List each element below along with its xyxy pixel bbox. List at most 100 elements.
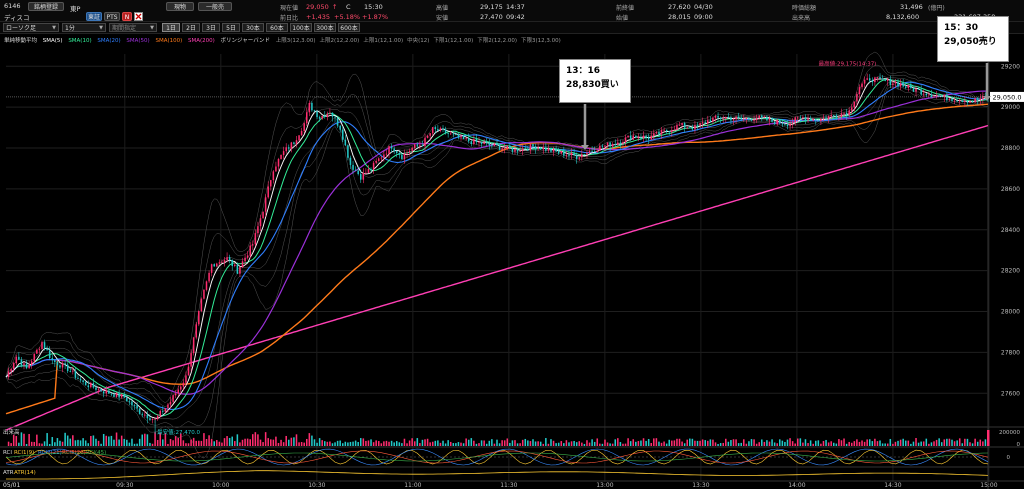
candle-body bbox=[563, 151, 565, 156]
candle-body bbox=[51, 358, 54, 361]
candle-body bbox=[976, 98, 979, 100]
candle-body bbox=[686, 127, 689, 129]
candle-body bbox=[56, 362, 59, 366]
volume-bar bbox=[545, 438, 547, 446]
candle-body bbox=[23, 363, 25, 366]
n-button[interactable]: N bbox=[122, 12, 132, 21]
candle-body bbox=[162, 410, 164, 412]
volume-bar bbox=[617, 438, 619, 446]
volume-bar bbox=[838, 439, 840, 446]
candle-body bbox=[352, 164, 354, 170]
candle-body bbox=[187, 366, 190, 376]
candle-body bbox=[761, 115, 763, 118]
sell-time: 15：30 bbox=[944, 23, 979, 33]
timeframe-button[interactable]: 3日 bbox=[202, 23, 220, 32]
candle-body bbox=[881, 78, 884, 80]
volume-bar bbox=[383, 441, 385, 446]
chart-type-select[interactable]: ローソク足 ▼ bbox=[3, 23, 59, 32]
close-icon[interactable] bbox=[134, 12, 143, 21]
volume-bar bbox=[832, 442, 835, 446]
volume-bar bbox=[853, 441, 856, 446]
brand-register-button[interactable]: 銘柄登録 bbox=[28, 2, 64, 11]
candle-body bbox=[223, 260, 226, 263]
volume-bar bbox=[984, 439, 987, 446]
volume-bar bbox=[20, 432, 23, 446]
timeframe-button[interactable]: 100本 bbox=[290, 23, 312, 32]
price-tick-label: 29000 bbox=[1001, 104, 1020, 111]
volume-bar bbox=[922, 441, 925, 446]
volume-bar bbox=[707, 440, 709, 446]
candle-body bbox=[575, 155, 578, 159]
volume-bar bbox=[879, 440, 881, 446]
pts-button[interactable]: PTS bbox=[104, 12, 120, 21]
price-tick-label: 27800 bbox=[1001, 349, 1020, 356]
candle-body bbox=[493, 143, 496, 146]
volume-bar bbox=[555, 443, 557, 446]
candle-body bbox=[917, 88, 920, 90]
volume-bar bbox=[259, 439, 262, 446]
volume-bar bbox=[498, 443, 501, 446]
ippan-button[interactable]: 一般売 bbox=[198, 2, 232, 11]
volume-bar bbox=[964, 438, 966, 446]
volume-bar bbox=[113, 439, 115, 446]
candle-body bbox=[779, 119, 781, 124]
candle-body bbox=[470, 141, 473, 144]
rci-tick-label: 0 bbox=[1007, 455, 1011, 461]
volume-bar bbox=[15, 436, 18, 446]
tosho-button[interactable]: 東証 bbox=[86, 12, 102, 21]
volume-bar bbox=[213, 441, 215, 446]
timeframe-button[interactable]: 2日 bbox=[182, 23, 200, 32]
volume-bar bbox=[272, 439, 275, 446]
volume-bar bbox=[647, 439, 650, 446]
period-select[interactable]: 期間指定 ▼ bbox=[109, 23, 157, 32]
candle-body bbox=[545, 147, 547, 151]
date-label: 05/01 bbox=[3, 482, 20, 489]
price-chart[interactable]: 出来高 2000000RCI RCI1(9) RCI2(21) RCI3(26) RCI(… bbox=[0, 46, 1024, 489]
volume-bar bbox=[25, 443, 28, 446]
volume-bar bbox=[624, 443, 627, 446]
volume-bar bbox=[475, 443, 478, 446]
candle-body bbox=[123, 394, 126, 398]
candle-body bbox=[198, 311, 200, 325]
candle-body bbox=[907, 84, 910, 88]
volume-bar bbox=[925, 438, 928, 446]
candle-body bbox=[334, 116, 336, 118]
interval-select[interactable]: 1分 ▼ bbox=[62, 23, 106, 32]
candle-body bbox=[354, 169, 357, 171]
timeframe-button[interactable]: 600本 bbox=[338, 23, 360, 32]
candle-body bbox=[262, 211, 264, 219]
volume-bar bbox=[262, 442, 264, 446]
timeframe-button[interactable]: 30本 bbox=[242, 23, 264, 32]
candle-body bbox=[748, 118, 750, 120]
candle-body bbox=[185, 375, 187, 383]
candle-body bbox=[534, 146, 537, 149]
volume-bar bbox=[761, 439, 763, 446]
candle-body bbox=[884, 79, 886, 81]
candle-body bbox=[259, 218, 262, 227]
candle-body bbox=[357, 170, 359, 175]
timeframe-button[interactable]: 1日 bbox=[162, 23, 180, 32]
time-tick-label: 14:00 bbox=[788, 482, 805, 489]
timeframe-button[interactable]: 60本 bbox=[266, 23, 288, 32]
timeframe-button[interactable]: 5日 bbox=[222, 23, 240, 32]
close-date: 04/30 bbox=[694, 3, 713, 11]
volume-bar bbox=[316, 442, 318, 446]
volume-bar bbox=[33, 441, 36, 446]
timeframe-button[interactable]: 300本 bbox=[314, 23, 336, 32]
candle-body bbox=[719, 117, 722, 120]
volume-bar bbox=[509, 442, 511, 446]
volume-bar bbox=[115, 432, 118, 446]
volume-bar bbox=[642, 438, 645, 446]
volume-bar bbox=[750, 439, 753, 446]
volume-bar bbox=[154, 432, 156, 446]
volume-bar bbox=[755, 443, 758, 446]
volume-bar bbox=[149, 442, 151, 446]
bb-item-label: 中央(12) bbox=[407, 38, 430, 44]
volume-bar bbox=[678, 438, 681, 446]
genbutsu-button[interactable]: 現物 bbox=[166, 2, 194, 11]
candle-body bbox=[740, 117, 742, 120]
volume-bar bbox=[341, 443, 344, 446]
prev-value: +1,435 bbox=[306, 13, 331, 21]
candle-body bbox=[892, 83, 894, 85]
volume-bar bbox=[226, 436, 228, 446]
